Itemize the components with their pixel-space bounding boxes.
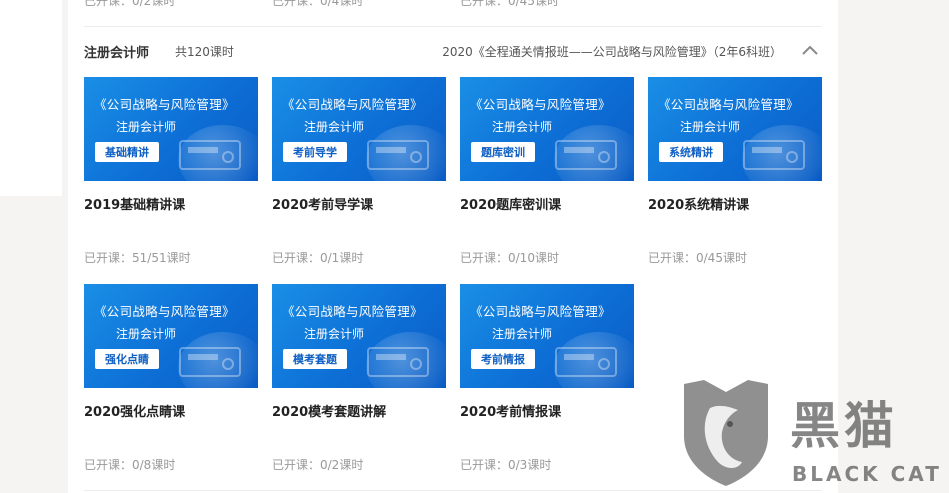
calculator-icon	[555, 140, 617, 170]
thumbnail-title: 《公司战略与风险管理》	[470, 97, 611, 112]
course-title[interactable]: 2020系统精讲课	[648, 194, 749, 213]
course-progress: 已开课：0/2课时	[84, 0, 176, 8]
thumbnail-badge: 系统精讲	[659, 142, 723, 162]
course-title[interactable]: 2020强化点睛课	[84, 401, 185, 420]
course-title[interactable]: 2020模考套题讲解	[272, 401, 386, 420]
course-thumbnail[interactable]: 《公司战略与风险管理》 注册会计师 题库密训	[460, 77, 634, 181]
course-card[interactable]: 《公司战略与风险管理》 注册会计师 模考套题 2020模考套题讲解 已开课：0/…	[272, 284, 446, 474]
course-thumbnail[interactable]: 《公司战略与风险管理》 注册会计师 系统精讲	[648, 77, 822, 181]
course-thumbnail[interactable]: 《公司战略与风险管理》 注册会计师 基础精讲	[84, 77, 258, 181]
thumbnail-subtitle: 注册会计师	[304, 120, 365, 134]
section-class-name: 2020《全程通关情报班——公司战略与风险管理》（2年6科班）	[442, 45, 782, 59]
thumbnail-subtitle: 注册会计师	[680, 120, 741, 134]
calculator-icon	[555, 347, 617, 377]
course-card[interactable]: 《公司战略与风险管理》 注册会计师 强化点睛 2020强化点睛课 已开课：0/8…	[84, 284, 258, 474]
thumbnail-title: 《公司战略与风险管理》	[94, 304, 235, 319]
section-divider	[84, 490, 821, 491]
course-card[interactable]: 《公司战略与风险管理》 注册会计师 考前导学 2020考前导学课 已开课：0/1…	[272, 77, 446, 267]
section-title: 注册会计师	[84, 46, 150, 61]
course-progress: 已开课：0/3课时	[460, 458, 552, 472]
calculator-icon	[743, 140, 805, 170]
course-list-panel: 已开课：0/2课时 已开课：0/4课时 已开课：0/45课时 注册会计师 共12…	[68, 0, 838, 493]
course-title[interactable]: 2020题库密训课	[460, 194, 561, 213]
section-divider	[84, 26, 821, 27]
course-card[interactable]: 《公司战略与风险管理》 注册会计师 考前情报 2020考前情报课 已开课：0/3…	[460, 284, 634, 474]
course-thumbnail[interactable]: 《公司战略与风险管理》 注册会计师 模考套题	[272, 284, 446, 388]
left-side-panel	[0, 0, 62, 196]
course-progress: 已开课：0/45课时	[460, 0, 559, 8]
calculator-icon	[179, 140, 241, 170]
calculator-icon	[367, 347, 429, 377]
course-progress: 已开课：0/45课时	[648, 251, 747, 265]
course-title[interactable]: 2020考前情报课	[460, 401, 561, 420]
thumbnail-badge: 强化点睛	[95, 349, 159, 369]
previous-row-meta: 已开课：0/2课时 已开课：0/4课时 已开课：0/45课时	[68, 0, 838, 12]
thumbnail-title: 《公司战略与风险管理》	[282, 304, 423, 319]
course-thumbnail[interactable]: 《公司战略与风险管理》 注册会计师 考前导学	[272, 77, 446, 181]
thumbnail-subtitle: 注册会计师	[116, 327, 177, 341]
course-progress: 已开课：0/2课时	[272, 458, 364, 472]
thumbnail-subtitle: 注册会计师	[116, 120, 177, 134]
course-thumbnail[interactable]: 《公司战略与风险管理》 注册会计师 强化点睛	[84, 284, 258, 388]
thumbnail-subtitle: 注册会计师	[492, 120, 553, 134]
course-card[interactable]: 《公司战略与风险管理》 注册会计师 题库密训 2020题库密训课 已开课：0/1…	[460, 77, 634, 267]
calculator-icon	[367, 140, 429, 170]
course-progress: 已开课：51/51课时	[84, 251, 191, 265]
thumbnail-subtitle: 注册会计师	[304, 327, 365, 341]
thumbnail-title: 《公司战略与风险管理》	[658, 97, 799, 112]
course-card[interactable]: 《公司战略与风险管理》 注册会计师 基础精讲 2019基础精讲课 已开课：51/…	[84, 77, 258, 267]
thumbnail-badge: 考前情报	[471, 349, 535, 369]
course-progress: 已开课：0/4课时	[272, 0, 364, 8]
thumbnail-title: 《公司战略与风险管理》	[470, 304, 611, 319]
chevron-up-icon[interactable]	[800, 42, 820, 58]
thumbnail-badge: 模考套题	[283, 349, 347, 369]
course-progress: 已开课：0/10课时	[460, 251, 559, 265]
thumbnail-badge: 题库密训	[471, 142, 535, 162]
calculator-icon	[179, 347, 241, 377]
course-card[interactable]: 《公司战略与风险管理》 注册会计师 系统精讲 2020系统精讲课 已开课：0/4…	[648, 77, 822, 267]
thumbnail-subtitle: 注册会计师	[492, 327, 553, 341]
section-header[interactable]: 注册会计师 共120课时 2020《全程通关情报班——公司战略与风险管理》（2年…	[68, 36, 838, 66]
thumbnail-badge: 考前导学	[283, 142, 347, 162]
course-thumbnail[interactable]: 《公司战略与风险管理》 注册会计师 考前情报	[460, 284, 634, 388]
course-progress: 已开课：0/1课时	[272, 251, 364, 265]
course-title[interactable]: 2020考前导学课	[272, 194, 373, 213]
course-title[interactable]: 2019基础精讲课	[84, 194, 185, 213]
thumbnail-title: 《公司战略与风险管理》	[94, 97, 235, 112]
course-progress: 已开课：0/8课时	[84, 458, 176, 472]
section-hours-count: 共120课时	[175, 45, 234, 59]
thumbnail-badge: 基础精讲	[95, 142, 159, 162]
thumbnail-title: 《公司战略与风险管理》	[282, 97, 423, 112]
